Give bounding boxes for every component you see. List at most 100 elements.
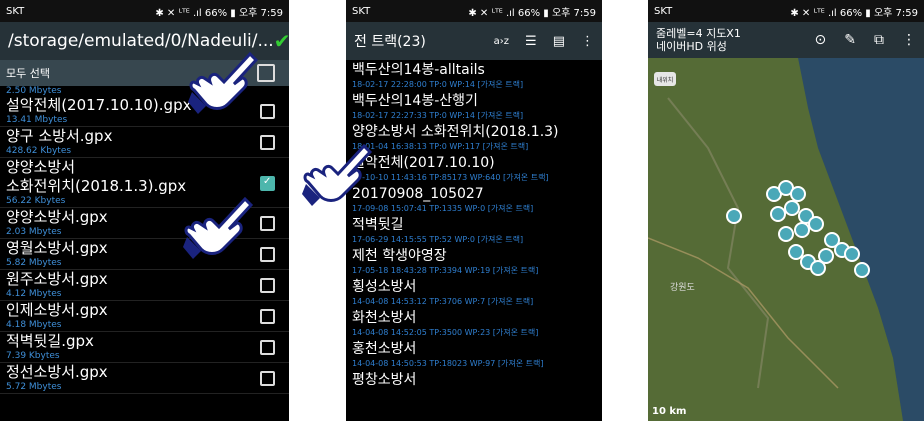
pointing-hand-icon bbox=[302, 143, 372, 206]
track-list-title: 전 트랙(23) bbox=[354, 34, 426, 50]
file-size: 4.12 Mbytes bbox=[6, 289, 62, 299]
file-row[interactable]: 원주소방서.gpx 4.12 Mbytes bbox=[0, 270, 289, 301]
pointing-hand-icon bbox=[183, 196, 253, 259]
track-list-screen: SKT ✱ ✕ ᴸᵀᴱ .ıl 66% ▮ 오후 7:59 전 트랙(23) a… bbox=[346, 0, 602, 421]
status-bar: SKT ✱ ✕ ᴸᵀᴱ .ıl 66% ▮ 오후 7:59 bbox=[346, 0, 602, 22]
file-checkbox[interactable] bbox=[260, 247, 275, 262]
overflow-menu-icon[interactable]: ⋮ bbox=[902, 33, 916, 47]
carrier-label: SKT bbox=[6, 5, 25, 17]
status-icons: ✱ ✕ ᴸᵀᴱ .ıl 66% ▮ 오후 7:59 bbox=[468, 7, 596, 19]
file-name: 적벽뒷길.gpx bbox=[6, 332, 94, 350]
sort-az-button[interactable]: a›z bbox=[494, 36, 509, 47]
map-titlebar: 줌레벨=4 지도X1 네이버HD 위성 ⊙ ✎ ⧉ ⋮ bbox=[648, 22, 924, 58]
zoom-level-label: 줌레벨=4 지도X1 bbox=[656, 27, 741, 40]
scale-label: 10 km bbox=[652, 406, 687, 417]
file-size: 7.39 Kbytes bbox=[6, 351, 60, 361]
track-row[interactable]: 양양소방서 소화전위치(2018.1.3) 18-01-04 16:38:13 T… bbox=[346, 122, 602, 153]
waypoint-marker-icon[interactable] bbox=[788, 244, 804, 260]
track-meta: 14-04-08 14:53:12 TP:3706 WP:7 [가져온 트랙] bbox=[352, 297, 534, 306]
file-row[interactable]: 인제소방서.gpx 4.18 Mbytes bbox=[0, 301, 289, 332]
track-name: 횡성소방서 bbox=[352, 279, 417, 295]
waypoint-marker-icon[interactable] bbox=[818, 248, 834, 264]
track-meta: 14-04-08 14:50:53 TP:18023 WP:97 [가져온 트랙… bbox=[352, 359, 544, 368]
file-checkbox[interactable] bbox=[260, 104, 275, 119]
track-list-titlebar: 전 트랙(23) a›z ☰ ▤ ⋮ bbox=[346, 22, 602, 60]
edit-pencil-icon[interactable]: ✎ bbox=[844, 33, 856, 47]
map-source-label: 네이버HD 위성 bbox=[656, 40, 727, 53]
select-all-checkbox[interactable] bbox=[257, 64, 275, 82]
track-row[interactable]: 20170908_105027 17-09-08 15:07:41 TP:1335… bbox=[346, 184, 602, 215]
waypoint-marker-icon[interactable] bbox=[854, 262, 870, 278]
track-name: 백두산의14봉-산행기 bbox=[352, 93, 478, 109]
track-row[interactable]: 백두산의14봉-산행기 18-02-17 22:27:33 TP:0 WP:14 … bbox=[346, 91, 602, 122]
track-name: 20170908_105027 bbox=[352, 186, 484, 202]
map-info: 줌레벨=4 지도X1 네이버HD 위성 bbox=[656, 27, 741, 53]
confirm-check-icon[interactable]: ✔ bbox=[274, 29, 289, 53]
file-size: 428.62 Kbytes bbox=[6, 146, 72, 156]
waypoint-marker-icon[interactable] bbox=[844, 246, 860, 262]
pointing-hand-icon bbox=[188, 51, 258, 114]
file-row[interactable]: 양구 소방서.gpx 428.62 Kbytes bbox=[0, 127, 289, 158]
status-bar: SKT ✱ ✕ ᴸᵀᴱ .ıl 66% ▮ 오후 7:59 bbox=[648, 0, 924, 22]
track-row[interactable]: 설악전체(2017.10.10) 17-10-10 11:43:16 TP:851… bbox=[346, 153, 602, 184]
track-name: 적벽뒷길 bbox=[352, 217, 404, 233]
carrier-label: SKT bbox=[654, 5, 673, 17]
track-name: 설악전체(2017.10.10) bbox=[352, 155, 495, 171]
file-checkbox[interactable] bbox=[260, 371, 275, 386]
track-name: 홍천소방서 bbox=[352, 341, 417, 357]
file-name: 양양소방서 소화전위치(2018.1.3).gpx bbox=[6, 158, 187, 195]
status-icons: ✱ ✕ ᴸᵀᴱ .ıl 66% ▮ 오후 7:59 bbox=[155, 7, 283, 19]
region-label: 강원도 bbox=[670, 283, 695, 293]
track-row[interactable]: 평창소방서 bbox=[346, 370, 602, 390]
track-meta: 17-05-18 18:43:28 TP:3394 WP:19 [가져온 트랙] bbox=[352, 266, 539, 275]
home-label: 내위치 bbox=[657, 76, 674, 84]
track-meta: 18-01-04 16:38:13 TP:0 WP:117 [가져온 트랙] bbox=[352, 142, 529, 151]
select-all-label: 모두 선택 bbox=[6, 67, 50, 80]
overflow-menu-icon[interactable]: ⋮ bbox=[581, 34, 594, 49]
file-row[interactable]: 적벽뒷길.gpx 7.39 Kbytes bbox=[0, 332, 289, 363]
track-name: 백두산의14봉-alltails bbox=[352, 62, 485, 78]
track-meta: 17-09-08 15:07:41 TP:1335 WP:0 [가져온 트랙] bbox=[352, 204, 534, 213]
file-checkbox[interactable] bbox=[260, 135, 275, 150]
track-meta: 14-04-08 14:52:05 TP:3500 WP:23 [가져온 트랙] bbox=[352, 328, 539, 337]
carrier-label: SKT bbox=[352, 5, 371, 17]
file-name: 인제소방서.gpx bbox=[6, 301, 108, 319]
screen-capture-icon[interactable]: ⧉ bbox=[874, 33, 884, 47]
layer-dropdown-icon[interactable]: ⊙ bbox=[815, 33, 827, 47]
track-meta: 18-02-17 22:28:00 TP:0 WP:14 [가져온 트랙] bbox=[352, 80, 524, 89]
file-name: 양구 소방서.gpx bbox=[6, 127, 113, 145]
track-row[interactable]: 제천 학생야영장 17-05-18 18:43:28 TP:3394 WP:19 … bbox=[346, 246, 602, 277]
satellite-map[interactable]: 내위치 강원도 10 km bbox=[648, 58, 924, 421]
map-screen: SKT ✱ ✕ ᴸᵀᴱ .ıl 66% ▮ 오후 7:59 줌레벨=4 지도X1… bbox=[648, 0, 924, 421]
filter-lines-icon[interactable]: ☰ bbox=[525, 34, 537, 49]
file-row[interactable]: 정선소방서.gpx 5.72 Mbytes bbox=[0, 363, 289, 394]
file-checkbox[interactable] bbox=[260, 340, 275, 355]
file-size: 4.18 Mbytes bbox=[6, 320, 62, 330]
track-row[interactable]: 백두산의14봉-alltails 18-02-17 22:28:00 TP:0 W… bbox=[346, 60, 602, 91]
file-name: 원주소방서.gpx bbox=[6, 270, 108, 288]
file-size: 5.72 Mbytes bbox=[6, 382, 62, 392]
track-list: 백두산의14봉-alltails 18-02-17 22:28:00 TP:0 W… bbox=[346, 60, 602, 390]
track-row[interactable]: 적벽뒷길 17-06-29 14:15:55 TP:52 WP:0 [가져온 트랙… bbox=[346, 215, 602, 246]
track-meta: 17-10-10 11:43:16 TP:85173 WP:640 [가져온 트… bbox=[352, 173, 549, 182]
track-name: 평창소방서 bbox=[352, 372, 417, 388]
waypoint-marker-icon[interactable] bbox=[778, 226, 794, 242]
file-checkbox[interactable] bbox=[260, 175, 275, 191]
track-row[interactable]: 화천소방서 14-04-08 14:52:05 TP:3500 WP:23 [가져… bbox=[346, 308, 602, 339]
track-meta: 18-02-17 22:27:33 TP:0 WP:14 [가져온 트랙] bbox=[352, 111, 524, 120]
track-name: 양양소방서 소화전위치(2018.1.3) bbox=[352, 124, 559, 140]
track-row[interactable]: 횡성소방서 14-04-08 14:53:12 TP:3706 WP:7 [가져온… bbox=[346, 277, 602, 308]
file-checkbox[interactable] bbox=[260, 216, 275, 231]
track-name: 화천소방서 bbox=[352, 310, 417, 326]
file-checkbox[interactable] bbox=[260, 278, 275, 293]
track-name: 제천 학생야영장 bbox=[352, 248, 447, 264]
status-bar: SKT ✱ ✕ ᴸᵀᴱ .ıl 66% ▮ 오후 7:59 bbox=[0, 0, 289, 22]
file-checkbox[interactable] bbox=[260, 309, 275, 324]
track-meta: 17-06-29 14:15:55 TP:52 WP:0 [가져온 트랙] bbox=[352, 235, 524, 244]
status-icons: ✱ ✕ ᴸᵀᴱ .ıl 66% ▮ 오후 7:59 bbox=[790, 7, 918, 19]
track-row[interactable]: 홍천소방서 14-04-08 14:50:53 TP:18023 WP:97 [가… bbox=[346, 339, 602, 370]
view-toggle-icon[interactable]: ▤ bbox=[553, 34, 565, 49]
waypoint-marker-icon[interactable] bbox=[726, 208, 742, 224]
waypoint-marker-icon[interactable] bbox=[808, 216, 824, 232]
file-name: 정선소방서.gpx bbox=[6, 363, 108, 381]
